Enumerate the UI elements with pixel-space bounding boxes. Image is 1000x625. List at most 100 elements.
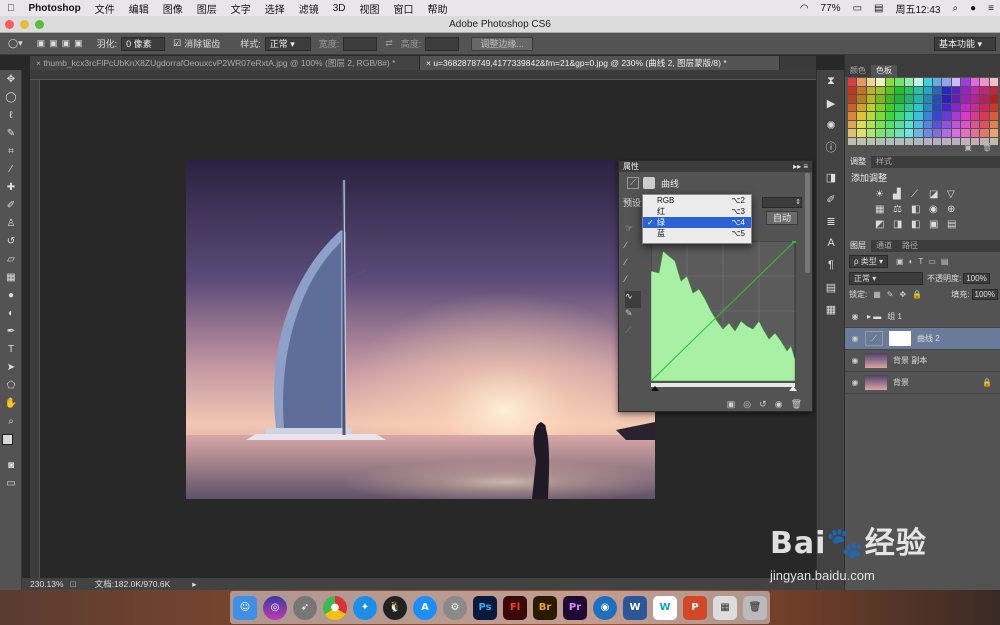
siri-icon[interactable]: ● bbox=[970, 3, 976, 14]
swatch[interactable] bbox=[942, 95, 951, 103]
swatch[interactable] bbox=[942, 86, 951, 94]
status-share-icon[interactable]: ⊡ bbox=[70, 579, 77, 590]
wifi-icon[interactable]: ◠ bbox=[800, 3, 809, 14]
swatch[interactable] bbox=[866, 120, 876, 128]
swap-icon[interactable]: ⇄ bbox=[385, 38, 393, 49]
battery-percent[interactable]: 77% bbox=[821, 3, 841, 14]
swatch[interactable] bbox=[980, 95, 989, 103]
close-window-button[interactable] bbox=[5, 20, 14, 29]
on-image-adjust-icon[interactable]: ☞ bbox=[625, 223, 641, 240]
feather-input[interactable]: 0 像素 bbox=[121, 36, 166, 51]
system-preferences-icon[interactable]: ⚙ bbox=[443, 595, 467, 620]
swatch[interactable] bbox=[848, 120, 857, 128]
swatch[interactable] bbox=[961, 103, 970, 111]
swatch[interactable] bbox=[857, 86, 866, 94]
threshold-icon[interactable]: ◧ bbox=[911, 219, 929, 230]
swatch[interactable] bbox=[914, 120, 923, 128]
history-icon[interactable]: ⧗ bbox=[817, 70, 845, 92]
swatch[interactable] bbox=[895, 137, 904, 145]
style-select[interactable]: 正常 ▾ bbox=[264, 36, 311, 51]
swatch[interactable] bbox=[866, 78, 876, 86]
delete-adjustment-icon[interactable]: 🗑 bbox=[791, 399, 802, 410]
swatch[interactable] bbox=[904, 137, 914, 145]
swatch[interactable] bbox=[923, 120, 932, 128]
zoom-window-button[interactable] bbox=[35, 20, 44, 29]
bridge-icon[interactable]: Br bbox=[533, 595, 557, 620]
swatch[interactable] bbox=[895, 103, 904, 111]
swatch[interactable] bbox=[951, 120, 961, 128]
swatch[interactable] bbox=[970, 129, 980, 137]
brush-tool-icon[interactable]: ✐ bbox=[0, 196, 22, 214]
menu-file[interactable]: 文件 bbox=[95, 1, 115, 16]
healing-tool-icon[interactable]: ✚ bbox=[0, 178, 22, 196]
siri-icon[interactable]: ◎ bbox=[263, 595, 287, 620]
eye-icon[interactable]: ◉ bbox=[845, 312, 865, 321]
swatch[interactable] bbox=[951, 103, 961, 111]
swatch[interactable] bbox=[895, 112, 904, 120]
new-swatch-icon[interactable]: ▣ bbox=[964, 143, 972, 155]
clock[interactable]: 周五12:43 bbox=[895, 1, 940, 16]
channel-option-rgb[interactable]: RGB ⌥2 bbox=[643, 195, 751, 206]
eye-icon[interactable]: ◉ bbox=[845, 334, 865, 343]
menu-type[interactable]: 文字 bbox=[231, 1, 251, 16]
character-icon[interactable]: A bbox=[817, 232, 845, 254]
channel-option-green[interactable]: ✓ 绿 ⌥4 bbox=[643, 217, 751, 228]
channel-dropdown[interactable]: RGB ⌥2 红 ⌥3 ✓ 绿 ⌥4 蓝 ⌥5 bbox=[642, 194, 752, 244]
eraser-tool-icon[interactable]: ▱ bbox=[0, 250, 22, 268]
swatch[interactable] bbox=[970, 78, 980, 86]
swatch[interactable] bbox=[876, 137, 885, 145]
swatch[interactable] bbox=[923, 112, 932, 120]
curve-edit-icon[interactable]: ∿ bbox=[625, 291, 641, 308]
swatch[interactable] bbox=[857, 95, 866, 103]
swatch[interactable] bbox=[980, 103, 989, 111]
layer-comps-icon[interactable]: ▤ bbox=[817, 276, 845, 298]
swatch[interactable] bbox=[961, 112, 970, 120]
move-tool-icon[interactable]: ✥ bbox=[0, 70, 22, 88]
dodge-tool-icon[interactable]: ◐ bbox=[0, 304, 22, 322]
swatch[interactable] bbox=[980, 120, 989, 128]
layer-background[interactable]: ◉ 背景 🔒 bbox=[845, 372, 1000, 394]
swatch[interactable] bbox=[904, 129, 914, 137]
launchpad-icon[interactable]: ➶ bbox=[293, 595, 317, 620]
word-icon[interactable]: W bbox=[623, 595, 647, 620]
reset-icon[interactable]: ↺ bbox=[759, 399, 767, 410]
swatch[interactable] bbox=[951, 112, 961, 120]
swatch[interactable] bbox=[848, 86, 857, 94]
swatch[interactable] bbox=[876, 120, 885, 128]
menu-select[interactable]: 选择 bbox=[265, 1, 285, 16]
swatch[interactable] bbox=[848, 137, 857, 145]
menu-edit[interactable]: 编辑 bbox=[129, 1, 149, 16]
layer-filter-select[interactable]: ρ 类型 ▾ bbox=[849, 254, 889, 268]
app-menu[interactable]: Photoshop bbox=[29, 3, 81, 14]
lasso-tool-icon[interactable]: ℓ bbox=[0, 106, 22, 124]
layer-background-copy[interactable]: ◉ 背景 副本 bbox=[845, 350, 1000, 372]
swatch[interactable] bbox=[951, 78, 961, 86]
workspace-select[interactable]: 基本功能 ▾ bbox=[934, 36, 996, 51]
selective-color-icon[interactable]: ▣ bbox=[929, 219, 947, 230]
group-expand-icon[interactable]: ▸ ▬ bbox=[867, 312, 881, 321]
tab-document-2[interactable]: × u=3682878749,4177339842&fm=21&gp=0.jpg… bbox=[420, 56, 780, 70]
swatch[interactable] bbox=[866, 86, 876, 94]
swatch[interactable] bbox=[989, 95, 998, 103]
menu-help[interactable]: 帮助 bbox=[428, 1, 448, 16]
battery-icon[interactable]: ▭ bbox=[853, 3, 862, 14]
swatch[interactable] bbox=[980, 112, 989, 120]
swatch[interactable] bbox=[989, 86, 998, 94]
swatch[interactable] bbox=[914, 112, 923, 120]
swatch[interactable] bbox=[961, 129, 970, 137]
brightness-icon[interactable]: ☀ bbox=[875, 189, 893, 200]
swatch[interactable] bbox=[914, 129, 923, 137]
hue-saturation-icon[interactable]: ▦ bbox=[875, 204, 893, 215]
swatch[interactable] bbox=[914, 95, 923, 103]
menu-3d[interactable]: 3D bbox=[333, 3, 346, 14]
pen-tool-icon[interactable]: ✒ bbox=[0, 322, 22, 340]
opacity-input[interactable]: 100% bbox=[963, 272, 990, 284]
swatch[interactable] bbox=[951, 137, 961, 145]
swatch[interactable] bbox=[885, 78, 895, 86]
marquee-ellipse-icon[interactable]: ◯▾ bbox=[8, 38, 23, 49]
tab-document-1[interactable]: × thumb_kcx3rcFlPcUbKnX8ZUgdorrafOeouxcv… bbox=[30, 56, 420, 70]
swatch[interactable] bbox=[970, 103, 980, 111]
swatch[interactable] bbox=[989, 103, 998, 111]
eye-icon[interactable]: ◉ bbox=[845, 356, 865, 365]
swatch[interactable] bbox=[857, 103, 866, 111]
